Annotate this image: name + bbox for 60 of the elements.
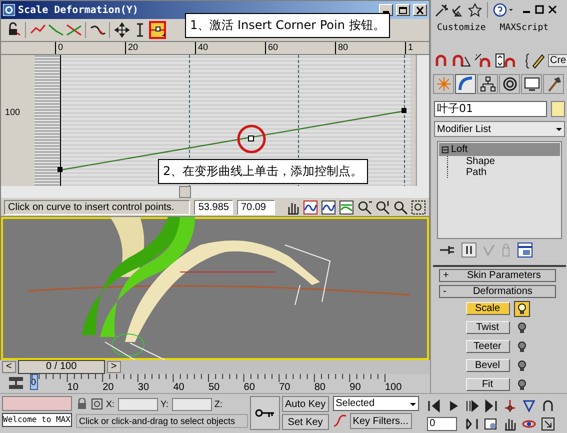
stack-item-label: Loft	[451, 144, 468, 156]
auto-key-button[interactable]: Auto Key	[282, 396, 329, 412]
value-field[interactable]: 53.985	[194, 200, 233, 214]
collapse-toggle[interactable]: ⊟	[441, 144, 449, 156]
prompt-message: Click or click-and-drag to select objects	[76, 414, 248, 428]
named-selection-field[interactable]: Cre	[548, 54, 567, 68]
rollout-title: Skin Parameters	[466, 270, 542, 281]
frame-label: 40	[173, 382, 186, 393]
deformation-button[interactable]: Fit	[466, 378, 510, 392]
deformation-button[interactable]: Bevel	[466, 359, 510, 372]
menu-item[interactable]: Customize	[437, 22, 486, 33]
coordinate-label: Y:	[160, 399, 169, 409]
key-mode-dropdown[interactable]: Selected	[332, 396, 419, 411]
ruler-label: 40	[195, 42, 265, 54]
frame-label: 90	[350, 382, 362, 393]
rollout-header[interactable]: + Skin Parameters	[439, 268, 556, 282]
window-title: Scale Deformation(Y)	[18, 4, 140, 16]
script-output-field[interactable]: Welcome to MAX	[2, 413, 72, 427]
callout-note: 1、激活 Insert Corner Poin 按钮。	[185, 13, 390, 38]
time-slider-track[interactable]: < 0 / 100 >	[2, 360, 430, 374]
callout-note: 2、在变形曲线上单击，添加控制点。	[158, 159, 368, 184]
frame-label: 30	[138, 382, 150, 393]
set-key-button[interactable]: Set Key	[282, 414, 329, 430]
key-filters-button[interactable]: Key Filters...	[350, 413, 412, 429]
rollout-header[interactable]: - Deformations	[439, 284, 556, 298]
frame-label: 50	[208, 382, 221, 393]
frame-label: 60	[244, 382, 256, 393]
frame-field[interactable]: 0	[426, 416, 457, 430]
deformation-button[interactable]: Twist	[466, 321, 510, 334]
deformation-button[interactable]: Scale	[466, 302, 510, 316]
coordinate-label: X:	[106, 399, 115, 409]
menu-item[interactable]: MAXScript	[500, 22, 549, 33]
frame-label: 80	[314, 382, 326, 393]
ruler-label: 20	[125, 42, 195, 54]
frame-label: 100	[384, 382, 403, 393]
frame-label: 20	[102, 382, 115, 393]
frame-label: 70	[279, 382, 292, 393]
ruler-label: 0	[55, 42, 125, 54]
deformation-button[interactable]: Teeter	[466, 340, 510, 354]
object-name-field[interactable]: 叶子01	[434, 100, 547, 117]
dropdown-label: Modifier List	[437, 124, 491, 135]
rollout-title: Deformations	[472, 286, 534, 297]
value-label: 100	[5, 107, 20, 117]
ruler-label: 80	[335, 42, 405, 54]
sub-object-item[interactable]: Shape	[447, 156, 560, 168]
coordinate-label: Z:	[214, 399, 223, 409]
previous-frame-button[interactable]: <	[2, 361, 16, 373]
status-message: Click on curve to insert control points.	[4, 200, 190, 214]
stack-item[interactable]: ⊟ Loft	[439, 143, 560, 156]
modifier-list-dropdown[interactable]: Modifier List	[434, 121, 565, 138]
rollout-toggle[interactable]: -	[443, 286, 446, 297]
ruler-label: 60	[265, 42, 335, 54]
ruler-label: 1	[405, 42, 417, 54]
sub-object-item[interactable]: Path	[447, 167, 560, 178]
frame-label: 10	[67, 382, 80, 393]
time-slider-thumb[interactable]: 0 / 100	[18, 360, 105, 374]
value-field[interactable]: 70.09	[236, 200, 275, 214]
dropdown-label: Selected	[336, 398, 375, 409]
rollout-toggle[interactable]: +	[443, 270, 449, 281]
next-frame-button[interactable]: >	[106, 361, 121, 373]
